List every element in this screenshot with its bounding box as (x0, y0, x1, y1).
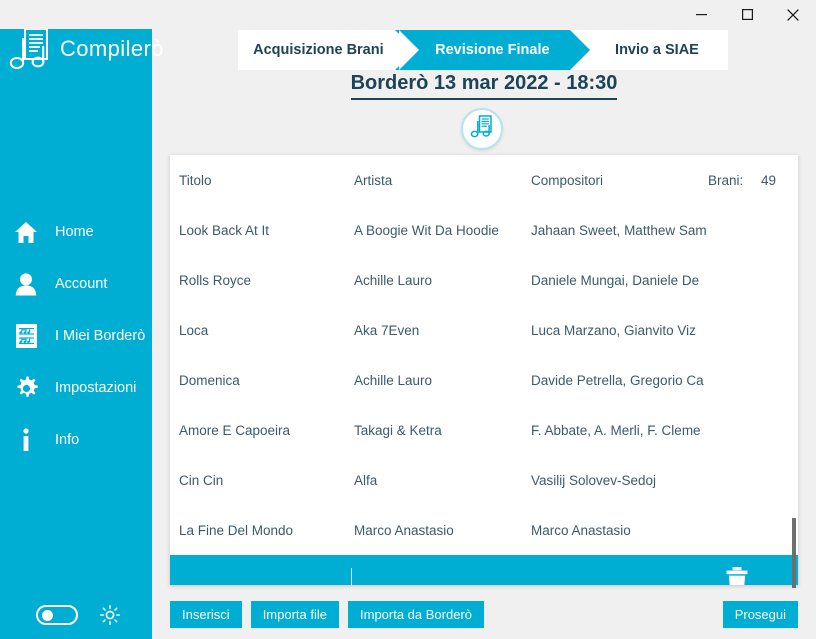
cell-artist: A Boogie Wit Da Hoodie (354, 222, 499, 238)
continue-button[interactable]: Prosegui (722, 601, 798, 628)
sidebar-footer (0, 591, 152, 639)
cell-composers: Vasilij Solovev-Sedoj (531, 472, 657, 488)
import-bordero-button[interactable]: Importa da Borderò (348, 601, 485, 628)
table-row[interactable]: La Fine Del Mondo Marco Anastasio Marco … (170, 505, 798, 555)
sidebar-item-home[interactable]: Home (0, 206, 152, 258)
sidebar-nav: Home Account I Miei Borderò Impostazioni… (0, 206, 152, 466)
songs-table: Titolo Artista Compositori Brani: 49 Loo… (170, 155, 798, 585)
person-icon (13, 271, 39, 297)
brand-name: Compilerò (60, 36, 164, 61)
sun-icon[interactable] (100, 605, 120, 625)
page-title: Borderò 13 mar 2022 - 18:30 (350, 72, 618, 100)
table-row[interactable]: Rolls Royce Achille Lauro Daniele Mungai… (170, 255, 798, 305)
main-content: Acquisizione Brani Revisione Finale Invi… (152, 0, 816, 639)
songs-count-value: 49 (761, 172, 777, 188)
cell-title: Cin Cin (179, 472, 224, 488)
title-bar (0, 0, 816, 29)
cell-artist: Takagi & Ketra (354, 422, 442, 438)
column-header-title: Titolo (179, 172, 212, 188)
page-title-wrapper: Borderò 13 mar 2022 - 18:30 (152, 72, 816, 100)
brand-logo: Compilerò (8, 26, 164, 72)
cell-composers: F. Abbate, A. Merli, F. Cleme (531, 422, 701, 438)
cell-composers: Luca Marzano, Gianvito Viz (531, 322, 696, 338)
songs-count-label: Brani: (708, 172, 744, 188)
table-row[interactable]: Domenica Achille Lauro Davide Petrella, … (170, 355, 798, 405)
insert-button[interactable]: Inserisci (170, 601, 242, 628)
column-header-composers: Compositori (531, 172, 604, 188)
cell-composers: Marco Anastasio (531, 522, 631, 538)
table-row[interactable]: Amore E Capoeira Takagi & Ketra F. Abbat… (170, 405, 798, 455)
cell-artist: Alfa (354, 472, 378, 488)
minimize-icon (695, 14, 707, 16)
tab-label: Invio a SIAE (615, 42, 699, 58)
sidebar-item-label: Account (55, 276, 108, 292)
cell-composers: Davide Petrella, Gregorio Ca (531, 372, 704, 388)
toggle-knob (42, 610, 53, 621)
import-file-button[interactable]: Importa file (250, 601, 339, 628)
sidebar-item-label: Impostazioni (55, 380, 137, 396)
scrollbar-thumb[interactable] (792, 518, 796, 588)
sidebar-item-account[interactable]: Account (0, 258, 152, 310)
songs-count: Brani: 49 (702, 173, 798, 188)
tab-invio-a-siae[interactable]: Invio a SIAE (586, 30, 728, 70)
close-button[interactable] (770, 0, 816, 29)
text-cursor (351, 568, 352, 585)
cell-title: La Fine Del Mondo (179, 522, 294, 538)
cell-artist: Marco Anastasio (354, 522, 454, 538)
theme-toggle[interactable] (36, 605, 78, 625)
sidebar-item-label: Info (55, 432, 80, 448)
cell-composers: Daniele Mungai, Daniele De (531, 272, 700, 288)
close-icon (787, 8, 799, 21)
cell-artist: Achille Lauro (354, 272, 433, 288)
music-sheet-icon (13, 323, 39, 349)
cell-title: Look Back At It (179, 222, 270, 238)
new-song-row[interactable] (170, 555, 798, 585)
tab-revisione-finale[interactable]: Revisione Finale (394, 30, 591, 70)
table-scrollbar[interactable] (790, 155, 798, 588)
info-icon (13, 427, 39, 453)
stepper-tabs: Acquisizione Brani Revisione Finale Invi… (238, 30, 728, 70)
tab-label: Acquisizione Brani (253, 42, 384, 58)
cell-artist: Achille Lauro (354, 372, 433, 388)
table-row[interactable]: Look Back At It A Boogie Wit Da Hoodie J… (170, 205, 798, 255)
sidebar-item-label: Home (55, 224, 94, 240)
action-bar: Inserisci Importa file Importa da Border… (152, 590, 816, 639)
trash-icon (726, 567, 748, 585)
cell-artist: Aka 7Even (354, 322, 420, 338)
sidebar: Compilerò Home Account I Miei Borderò Im… (0, 0, 163, 639)
bordero-badge (461, 108, 503, 150)
music-sheet-logo-icon (9, 28, 48, 69)
table-header-row: Titolo Artista Compositori Brani: 49 (170, 155, 798, 205)
cell-title: Amore E Capoeira (179, 422, 291, 438)
cell-composers: Jahaan Sweet, Matthew Sam (531, 222, 707, 238)
maximize-icon (741, 9, 753, 20)
music-sheet-badge-icon (470, 114, 494, 144)
sidebar-item-info[interactable]: Info (0, 414, 152, 466)
gear-icon (13, 375, 39, 401)
table-row[interactable]: Cin Cin Alfa Vasilij Solovev-Sedoj (170, 455, 798, 505)
cell-title: Rolls Royce (179, 272, 252, 288)
delete-row-button[interactable] (724, 566, 750, 585)
tab-acquisizione-brani[interactable]: Acquisizione Brani (238, 30, 419, 70)
column-header-artist: Artista (354, 172, 393, 188)
sidebar-item-impostazioni[interactable]: Impostazioni (0, 362, 152, 414)
home-icon (13, 219, 39, 245)
sidebar-item-label: I Miei Borderò (55, 328, 146, 344)
minimize-button[interactable] (678, 0, 724, 29)
table-row[interactable]: Loca Aka 7Even Luca Marzano, Gianvito Vi… (170, 305, 798, 355)
cell-title: Loca (179, 322, 209, 338)
sidebar-item-i-miei-bordero[interactable]: I Miei Borderò (0, 310, 152, 362)
maximize-button[interactable] (724, 0, 770, 29)
app-window: Compilerò Home Account I Miei Borderò Im… (0, 0, 816, 639)
tab-label: Revisione Finale (435, 42, 550, 58)
cell-title: Domenica (179, 372, 240, 388)
